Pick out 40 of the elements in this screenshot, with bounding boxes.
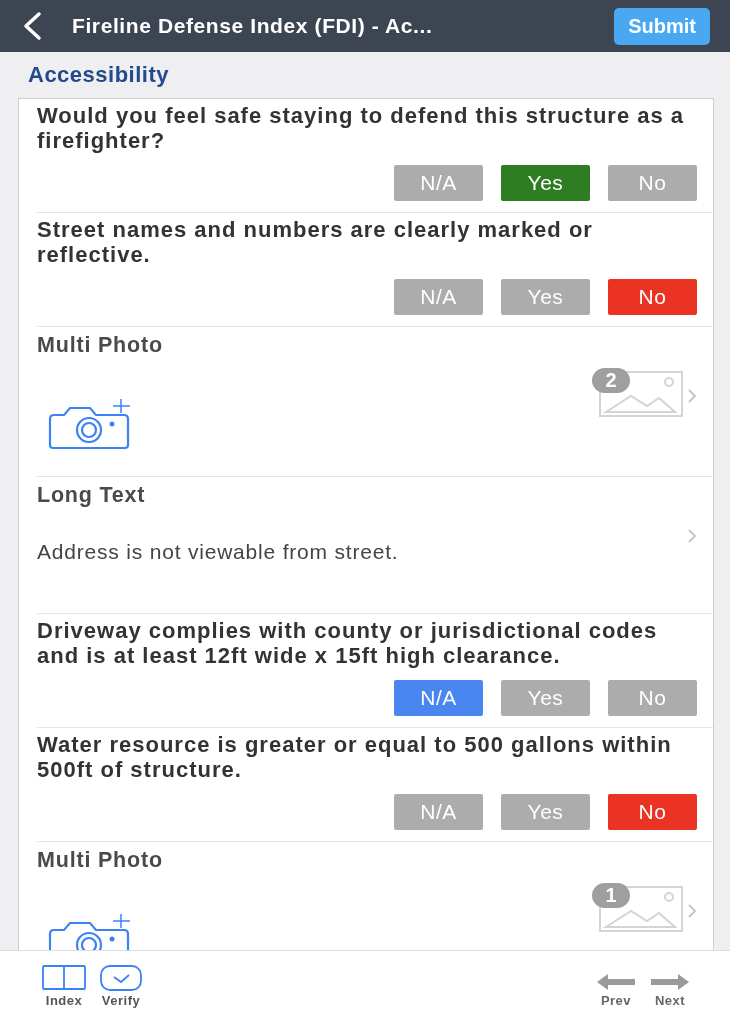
answer-button[interactable]: Yes xyxy=(501,680,590,716)
chevron-icon[interactable] xyxy=(687,903,697,919)
answer-button[interactable]: No xyxy=(608,794,697,830)
question-text: Street names and numbers are clearly marked or reflective. xyxy=(37,217,594,267)
answer-button[interactable]: Yes xyxy=(501,279,590,315)
book-icon[interactable] xyxy=(42,965,86,991)
answer-button[interactable]: Yes xyxy=(501,165,590,201)
answer-button[interactable]: No xyxy=(608,680,697,716)
prev-label[interactable]: Prev xyxy=(600,993,632,1008)
answer-button[interactable]: N/A xyxy=(394,680,483,716)
field-title: Multi Photo xyxy=(37,333,164,358)
answer-button[interactable]: N/A xyxy=(394,794,483,830)
photo-count-badge: 2 xyxy=(592,368,630,393)
index-label[interactable]: Index xyxy=(45,993,83,1008)
image-icon[interactable] xyxy=(597,885,683,933)
field-title: Multi Photo xyxy=(37,848,164,873)
chevron-icon[interactable] xyxy=(687,388,697,404)
chevron-icon[interactable] xyxy=(687,528,697,544)
photo-count-badge: 1 xyxy=(592,883,630,908)
image-icon[interactable] xyxy=(597,370,683,418)
left-arrow-icon[interactable] xyxy=(596,973,636,991)
answer-button[interactable]: N/A xyxy=(394,165,483,201)
next-label[interactable]: Next xyxy=(654,993,686,1008)
answer-button[interactable]: Yes xyxy=(501,794,590,830)
question-text: Driveway complies with county or jurisdictional codes and is at least 12ft wide x 15ft high clearance. xyxy=(37,618,659,668)
field-title: Long Text xyxy=(37,483,147,508)
answer-button[interactable]: No xyxy=(608,279,697,315)
back-icon[interactable] xyxy=(22,11,42,41)
answer-button[interactable]: No xyxy=(608,165,697,201)
field-value: Address is not viewable from street. xyxy=(37,540,400,564)
answer-button[interactable]: N/A xyxy=(394,279,483,315)
add-photo-icon[interactable] xyxy=(46,399,132,451)
section-heading: Accessibility xyxy=(27,61,170,89)
question-text: Would you feel safe staying to defend this structure as a firefighter? xyxy=(37,103,686,153)
verify-label[interactable]: Verify xyxy=(101,993,141,1008)
check-icon[interactable] xyxy=(100,965,142,991)
right-arrow-icon[interactable] xyxy=(650,973,690,991)
submit-button[interactable]: Submit xyxy=(614,7,710,45)
question-text: Water resource is greater or equal to 500 gallons within 500ft of structure. xyxy=(37,732,673,782)
screen-title: Fireline Defense Index (FDI) - Ac... xyxy=(72,14,434,38)
